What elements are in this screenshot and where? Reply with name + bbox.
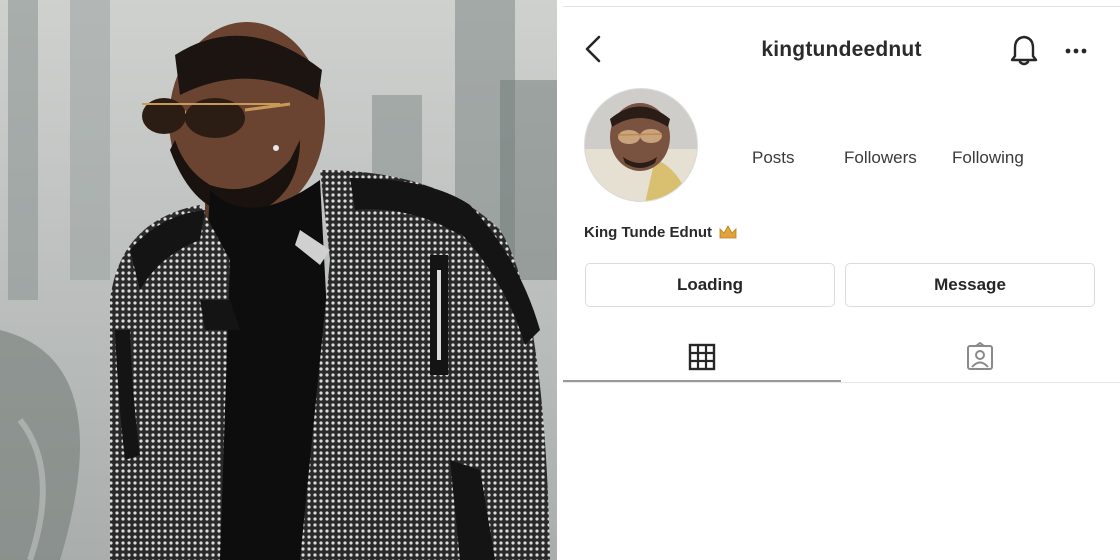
man-in-jacket-photo [0, 0, 557, 560]
tagged-person-icon [967, 342, 993, 370]
profile-display-name: King Tunde Ednut [584, 224, 738, 241]
profile-photo-panel [0, 0, 557, 560]
instagram-profile-screen: kingtundeednut Posts Followers Following [563, 0, 1120, 560]
tabs-divider [563, 382, 1120, 383]
more-horizontal-icon [1065, 48, 1087, 54]
grid-icon [688, 343, 716, 371]
loading-button[interactable]: Loading [585, 263, 835, 307]
status-divider [563, 6, 1120, 7]
following-stat-label[interactable]: Following [952, 148, 1024, 168]
avatar-image [585, 89, 697, 201]
followers-stat-label[interactable]: Followers [844, 148, 917, 168]
message-button[interactable]: Message [845, 263, 1095, 307]
notifications-button[interactable] [1009, 34, 1039, 66]
more-options-button[interactable] [1063, 40, 1089, 62]
crown-icon [719, 225, 737, 239]
profile-avatar[interactable] [584, 88, 698, 202]
display-name-text: King Tunde Ednut [584, 224, 713, 241]
tab-tagged[interactable] [841, 332, 1119, 382]
posts-stat-label[interactable]: Posts [752, 148, 795, 168]
tab-posts-grid[interactable] [563, 332, 841, 382]
bell-icon [1010, 35, 1038, 66]
